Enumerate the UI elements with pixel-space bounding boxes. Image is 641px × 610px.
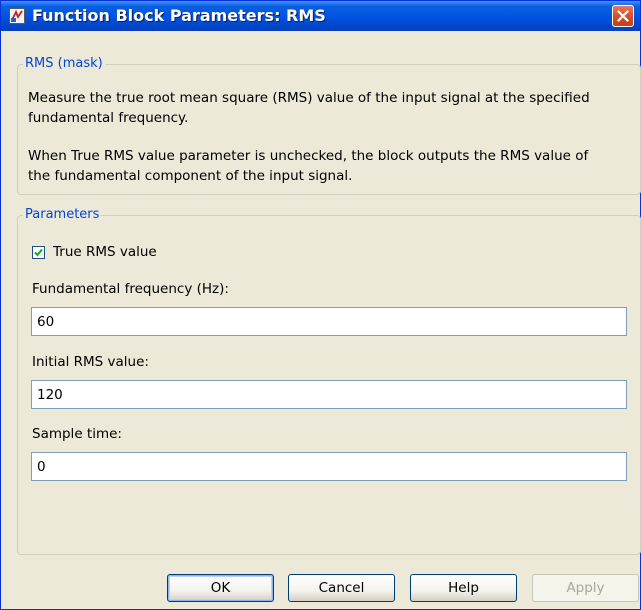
apply-button: Apply: [532, 574, 639, 602]
sample-time-field[interactable]: [31, 452, 627, 481]
dialog-window: Function Block Parameters: RMS RMS (mask…: [0, 0, 641, 610]
simulink-block-icon: [9, 8, 25, 24]
window-title: Function Block Parameters: RMS: [32, 6, 326, 25]
mask-description-line: When True RMS value parameter is uncheck…: [28, 148, 589, 164]
mask-description-line: fundamental frequency.: [28, 110, 189, 126]
help-button[interactable]: Help: [410, 574, 517, 602]
fundamental-frequency-label: Fundamental frequency (Hz):: [32, 281, 229, 297]
initial-rms-field[interactable]: [31, 380, 627, 409]
mask-group-title: RMS (mask): [23, 56, 105, 71]
mask-description-line: the fundamental component of the input s…: [28, 168, 353, 184]
close-button[interactable]: [612, 5, 634, 27]
title-bar[interactable]: Function Block Parameters: RMS: [1, 1, 640, 31]
mask-description-line: Measure the true root mean square (RMS) …: [28, 90, 590, 106]
ok-button[interactable]: OK: [167, 574, 274, 602]
sample-time-label: Sample time:: [32, 426, 122, 442]
cancel-button[interactable]: Cancel: [288, 574, 395, 602]
true-rms-checkbox[interactable]: [32, 246, 45, 259]
parameters-group-title: Parameters: [23, 207, 102, 222]
close-icon: [617, 10, 629, 22]
initial-rms-label: Initial RMS value:: [32, 354, 149, 370]
true-rms-label[interactable]: True RMS value: [53, 244, 157, 260]
fundamental-frequency-field[interactable]: [31, 307, 627, 336]
checkmark-icon: [34, 248, 43, 257]
